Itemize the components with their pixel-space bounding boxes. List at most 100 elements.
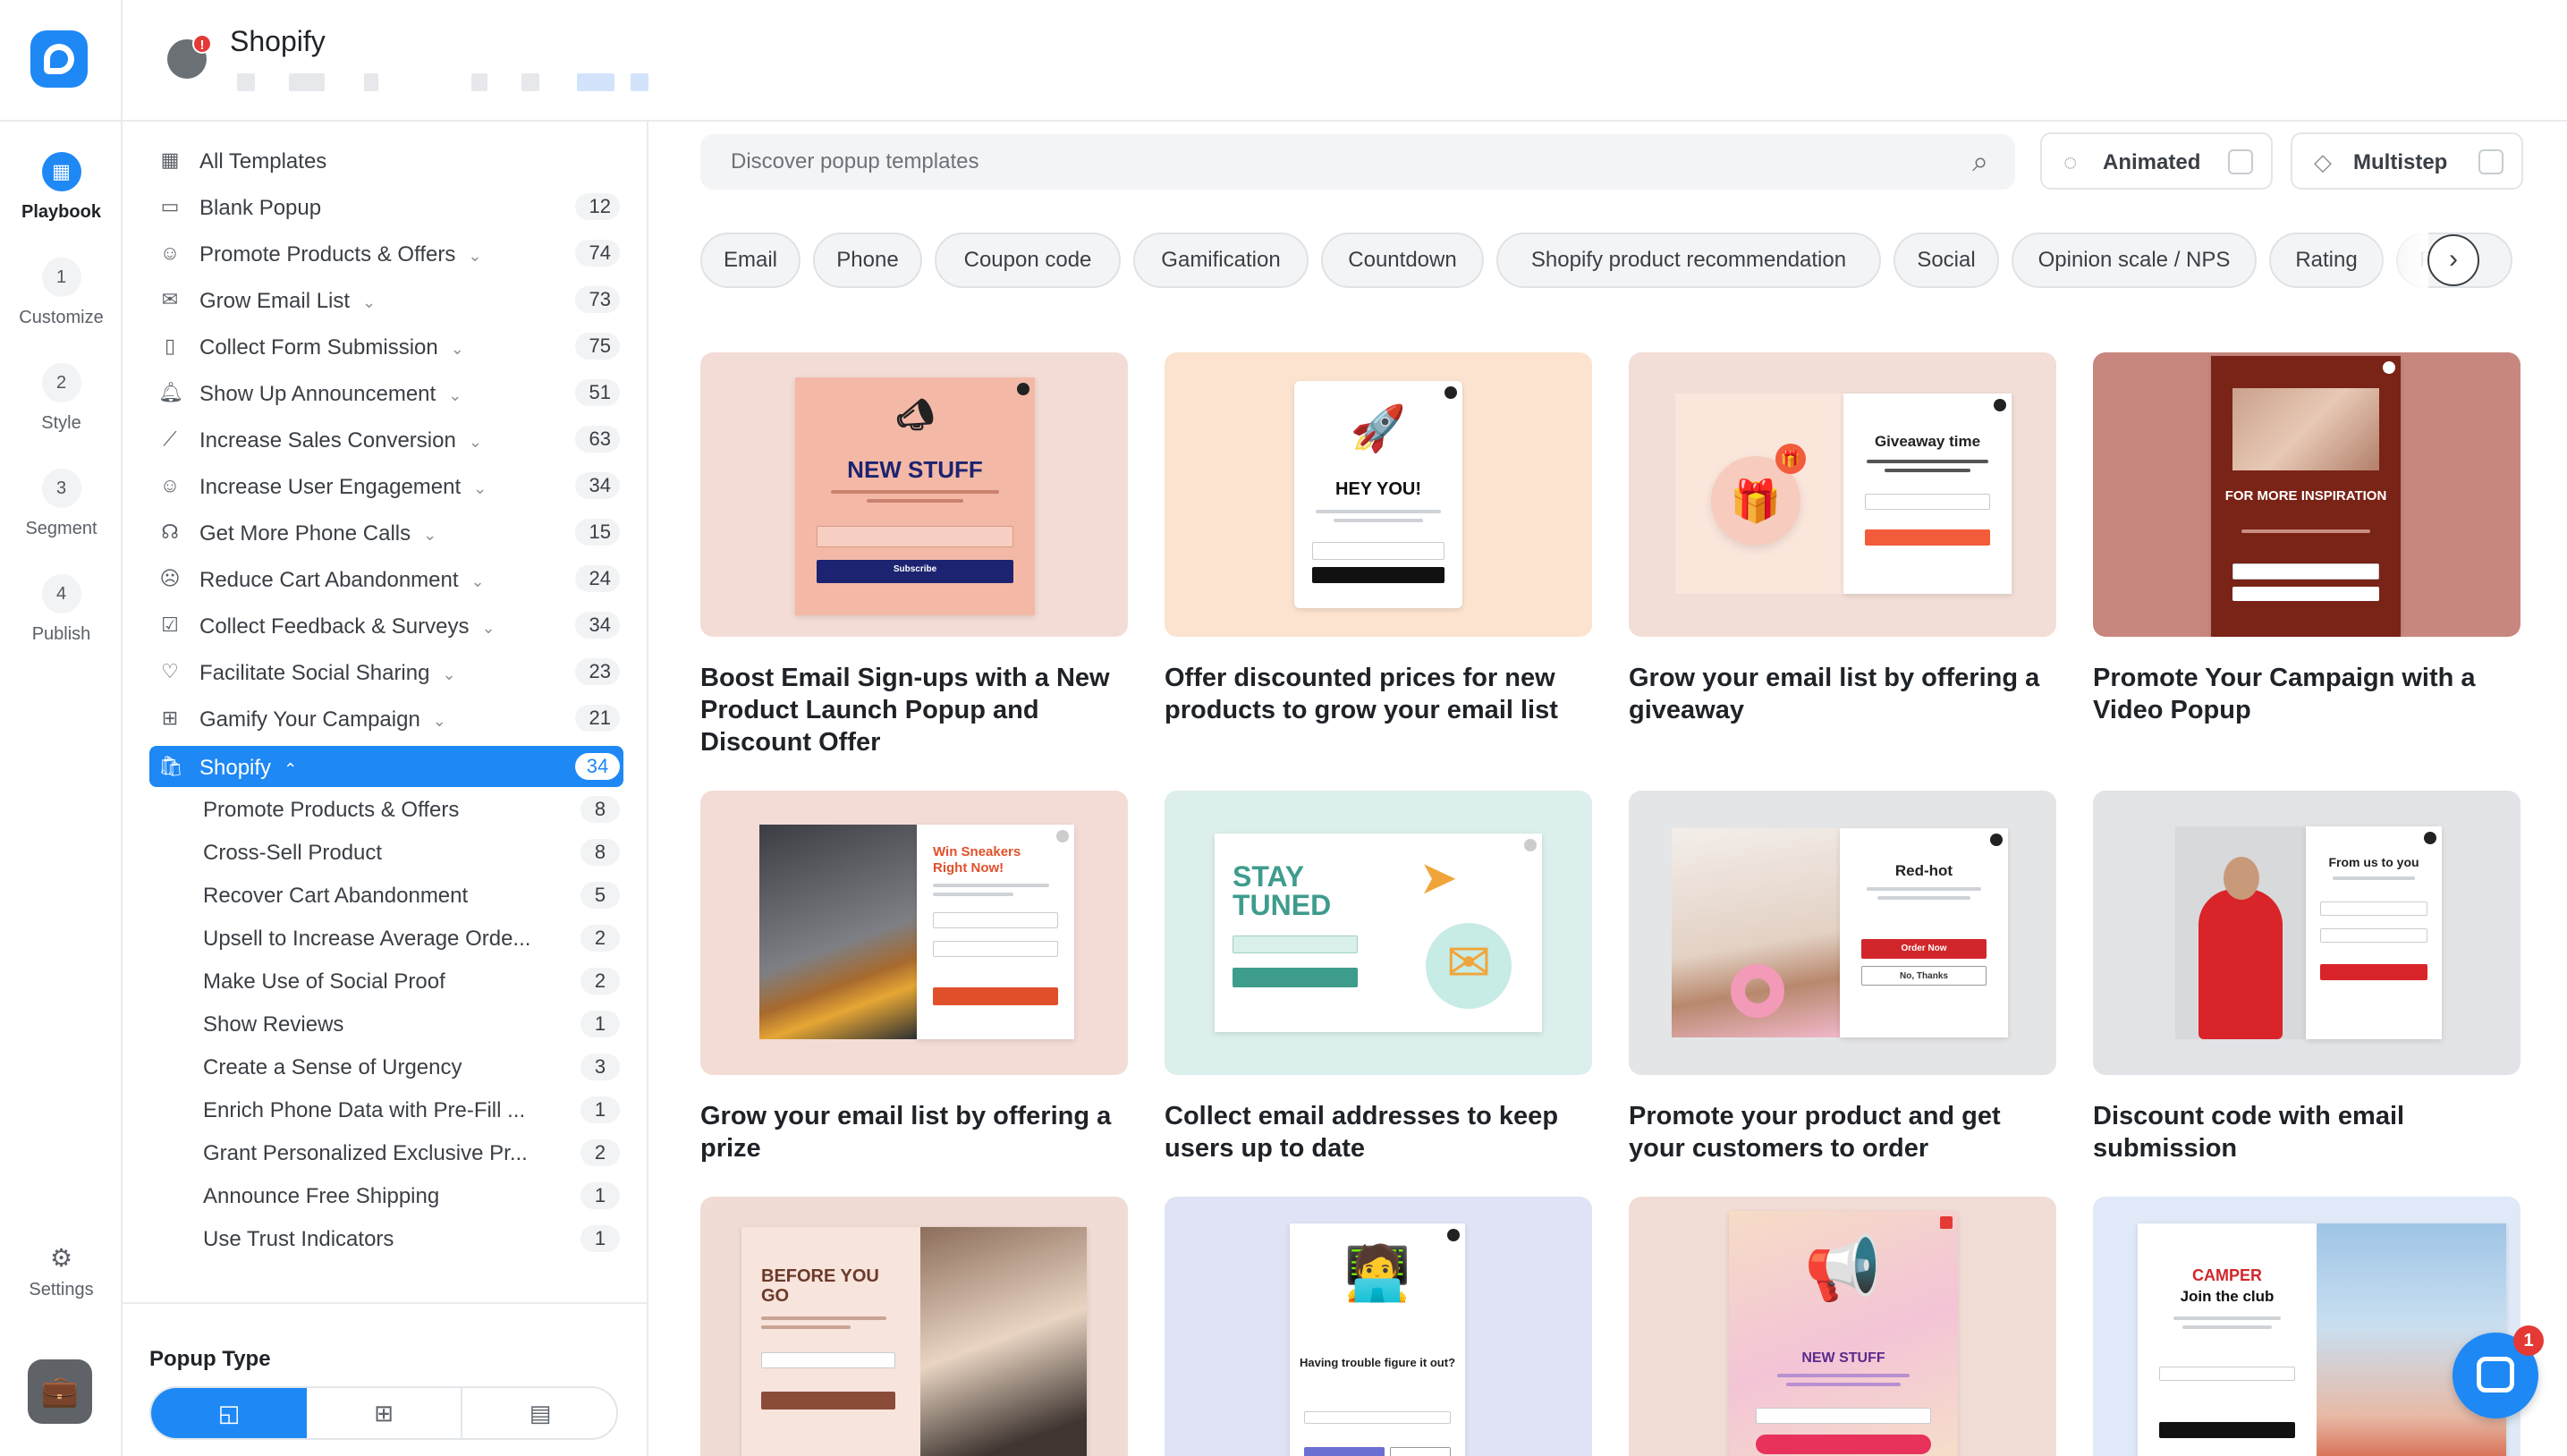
template-card[interactable]: STAY TUNED ➤ ✉ Collect email addresses t… xyxy=(1165,791,1592,1164)
subcategory-item[interactable]: Cross-Sell Product 8 xyxy=(203,834,623,869)
chip-gamification[interactable]: Gamification xyxy=(1133,233,1309,288)
template-title: Grow your email list by offering a givea… xyxy=(1629,664,2040,724)
close-icon xyxy=(2424,832,2436,844)
template-card[interactable]: Red-hot Order Now No, Thanks Promote you… xyxy=(1629,791,2056,1164)
megaphone-icon: 📢 xyxy=(1804,1233,1883,1303)
popup-type-bar[interactable]: ▤ xyxy=(462,1388,616,1438)
category-count: 63 xyxy=(575,426,620,453)
popup-mockup: Giveaway time xyxy=(1843,394,2012,594)
search-input[interactable]: Discover popup templates xyxy=(731,149,979,174)
category-user-engagement[interactable]: ☺ Increase User Engagement ⌄ 34 xyxy=(149,465,623,506)
category-blank-popup[interactable]: ▭ Blank Popup 12 xyxy=(149,186,623,227)
multistep-checkbox[interactable] xyxy=(2478,149,2503,174)
popup-type-fullscreen[interactable]: ⊞ xyxy=(307,1388,462,1438)
template-card[interactable]: CAMPER Join the club xyxy=(2093,1197,2520,1456)
subcategory-label: Enrich Phone Data with Pre-Fill ... xyxy=(203,1098,526,1122)
chip-email[interactable]: Email xyxy=(700,233,801,288)
subcategory-label: Make Use of Social Proof xyxy=(203,969,445,994)
template-card[interactable]: BEFORE YOU GO xyxy=(700,1197,1128,1456)
settings-button[interactable]: ⚙ Settings xyxy=(0,1243,123,1300)
category-grow-email-list[interactable]: ✉ Grow Email List ⌄ 73 xyxy=(149,279,623,320)
animated-toggle[interactable]: ◌ Animated xyxy=(2040,132,2273,190)
subcategory-item[interactable]: Enrich Phone Data with Pre-Fill ... 1 xyxy=(203,1091,623,1127)
popup-type-modal[interactable]: ◱ xyxy=(151,1388,307,1438)
mockup-headline: STAY TUNED xyxy=(1233,860,1332,921)
mockup-headline: Having trouble figure it out? xyxy=(1299,1356,1456,1369)
template-title: Collect email addresses to keep users up… xyxy=(1165,1102,1559,1163)
close-icon xyxy=(1444,386,1457,399)
subcategory-item[interactable]: Make Use of Social Proof 2 xyxy=(203,962,623,998)
subcategory-item[interactable]: Create a Sense of Urgency 3 xyxy=(203,1048,623,1084)
chip-countdown[interactable]: Countdown xyxy=(1321,233,1484,288)
chart-line-icon: ⟋ xyxy=(163,427,177,450)
mockup-headline: BEFORE YOU GO xyxy=(761,1266,879,1306)
subcategory-item[interactable]: Recover Cart Abandonment 5 xyxy=(203,876,623,912)
category-cart-abandonment[interactable]: ☹ Reduce Cart Abandonment ⌄ 24 xyxy=(149,558,623,599)
category-gamify[interactable]: ⊞ Gamify Your Campaign ⌄ 21 xyxy=(149,698,623,739)
subcategory-item[interactable]: Use Trust Indicators 1 xyxy=(203,1220,623,1256)
category-label: All Templates xyxy=(199,149,327,174)
step-segment[interactable]: 3 Segment xyxy=(0,469,123,539)
subcategory-label: Create a Sense of Urgency xyxy=(203,1055,462,1079)
chip-social[interactable]: Social xyxy=(1893,233,1999,288)
category-shopify[interactable]: 🛍︎ Shopify ⌃ 34 xyxy=(149,746,623,787)
category-social-sharing[interactable]: ♡ Facilitate Social Sharing ⌄ 23 xyxy=(149,651,623,692)
chevron-down-icon: ⌄ xyxy=(470,572,485,590)
step-customize[interactable]: 1 Customize xyxy=(0,258,123,328)
multistep-toggle[interactable]: ◇ Multistep xyxy=(2291,132,2523,190)
category-announcement[interactable]: 🔔︎ Show Up Announcement ⌄ 51 xyxy=(149,372,623,413)
template-card[interactable]: Win Sneakers Right Now! Grow your email … xyxy=(700,791,1128,1164)
chevron-right-icon[interactable]: › xyxy=(2427,234,2479,286)
chip-shopify-product-recommendation[interactable]: Shopify product recommendation xyxy=(1496,233,1881,288)
chat-button[interactable]: 1 xyxy=(2453,1325,2544,1418)
category-label: Shopify xyxy=(199,756,272,780)
popup-mockup: From us to you xyxy=(2306,826,2442,1039)
chip-coupon-code[interactable]: Coupon code xyxy=(935,233,1121,288)
category-promote-products[interactable]: ☺ Promote Products & Offers ⌄ 74 xyxy=(149,233,623,274)
redacted-block xyxy=(471,73,487,91)
category-label: Collect Form Submission xyxy=(199,335,438,360)
template-card[interactable]: 🎁 🎁 Giveaway time Grow your email list b… xyxy=(1629,352,2056,726)
subcategory-item[interactable]: Grant Personalized Exclusive Pr... 2 xyxy=(203,1134,623,1170)
chevron-up-icon: ⌃ xyxy=(284,760,298,778)
chip-rating[interactable]: Rating xyxy=(2269,233,2384,288)
popup-type-selector: ◱ ⊞ ▤ xyxy=(149,1386,618,1440)
megaphone-icon: 📣︎ xyxy=(895,398,935,432)
red-sweater-photo xyxy=(2175,826,2306,1039)
step-publish[interactable]: 4 Publish xyxy=(0,574,123,645)
subcategory-item[interactable]: Promote Products & Offers 8 xyxy=(203,791,623,826)
app-logo[interactable] xyxy=(30,30,88,88)
template-card[interactable]: From us to you Discount code with email … xyxy=(2093,791,2520,1164)
template-card[interactable]: 📣︎ NEW STUFF Subscribe Boost Email Sign-… xyxy=(700,352,1128,758)
template-title: Offer discounted prices for new products… xyxy=(1165,664,1558,724)
subcategory-item[interactable]: Show Reviews 1 xyxy=(203,1005,623,1041)
briefcase-icon[interactable]: 💼 xyxy=(28,1359,92,1424)
subcategory-count: 1 xyxy=(580,1182,620,1209)
site-name[interactable]: Shopify xyxy=(230,25,326,58)
step-style[interactable]: 2 Style xyxy=(0,363,123,434)
animated-checkbox[interactable] xyxy=(2228,149,2253,174)
template-card[interactable]: 📢 NEW STUFF xyxy=(1629,1197,2056,1456)
search-icon[interactable]: ⌕ xyxy=(1972,145,1988,179)
category-all-templates[interactable]: ▦ All Templates xyxy=(149,140,623,181)
popup-mockup: 📣︎ NEW STUFF Subscribe xyxy=(795,377,1035,615)
animated-label: Animated xyxy=(2103,150,2201,174)
search-bar[interactable]: Discover popup templates ⌕ xyxy=(700,134,2015,190)
template-preview: FOR MORE INSPIRATION xyxy=(2093,352,2520,637)
subcategory-item[interactable]: Announce Free Shipping 1 xyxy=(203,1177,623,1213)
site-globe-icon[interactable]: ! xyxy=(167,34,212,79)
template-card[interactable]: FOR MORE INSPIRATION Promote Your Campai… xyxy=(2093,352,2520,726)
category-phone-calls[interactable]: ☊ Get More Phone Calls ⌄ 15 xyxy=(149,512,623,553)
category-feedback-surveys[interactable]: ☑ Collect Feedback & Surveys ⌄ 34 xyxy=(149,605,623,646)
category-collect-form[interactable]: ▯ Collect Form Submission ⌄ 75 xyxy=(149,326,623,367)
chip-opinion-scale[interactable]: Opinion scale / NPS xyxy=(2012,233,2257,288)
chat-icon xyxy=(2477,1357,2514,1393)
template-card[interactable]: 🚀 HEY YOU! Offer discounted prices for n… xyxy=(1165,352,1592,726)
template-card[interactable]: 🧑‍💻 Having trouble figure it out? xyxy=(1165,1197,1592,1456)
chip-phone[interactable]: Phone xyxy=(813,233,922,288)
category-sales-conversion[interactable]: ⟋ Increase Sales Conversion ⌄ 63 xyxy=(149,419,623,460)
subcategory-item[interactable]: Upsell to Increase Average Orde... 2 xyxy=(203,919,623,955)
chevron-down-icon: ⌄ xyxy=(432,712,446,730)
category-count: 75 xyxy=(575,333,620,360)
step-playbook[interactable]: ▦ Playbook xyxy=(0,152,123,223)
